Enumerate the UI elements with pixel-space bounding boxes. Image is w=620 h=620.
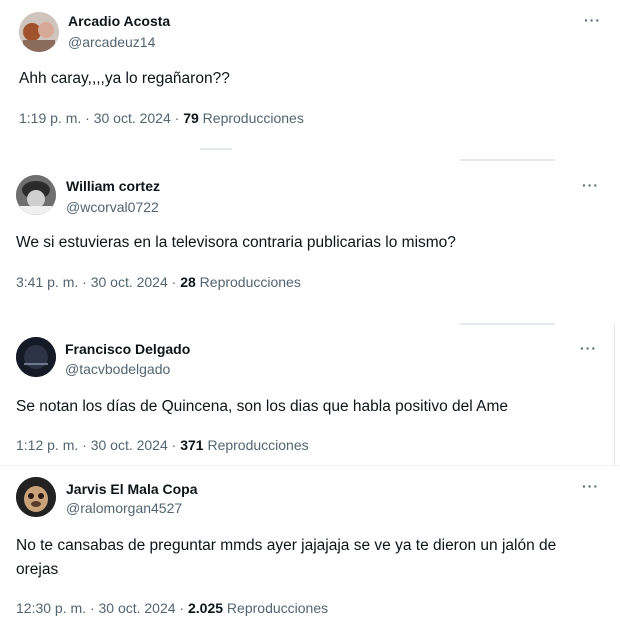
- tweet-timestamp[interactable]: 12:30 p. m. · 30 oct. 2024 ·: [16, 600, 188, 616]
- author-handle[interactable]: @ralomorgan4527: [66, 500, 182, 516]
- view-count: 371: [180, 437, 204, 453]
- avatar[interactable]: [16, 337, 56, 377]
- tweet-timestamp[interactable]: 3:41 p. m. · 30 oct. 2024 ·: [16, 274, 180, 290]
- avatar[interactable]: [16, 175, 56, 215]
- avatar-photo-icon: [16, 337, 56, 377]
- view-count: 79: [183, 110, 199, 126]
- tweet-timestamp[interactable]: 1:12 p. m. · 30 oct. 2024 ·: [16, 437, 180, 453]
- tweet-4[interactable]: Jarvis El Mala Copa @ralomorgan4527 ··· …: [0, 465, 620, 620]
- avatar[interactable]: [16, 477, 56, 517]
- tweet-meta: 12:30 p. m. · 30 oct. 2024 · 2.025 Repro…: [16, 600, 328, 616]
- tweet-timestamp[interactable]: 1:19 p. m. · 30 oct. 2024 ·: [19, 110, 183, 126]
- views-label: Reproducciones: [223, 600, 329, 616]
- author-name[interactable]: Francisco Delgado: [65, 341, 190, 357]
- tweet-2[interactable]: William cortez @wcorval0722 ··· We si es…: [0, 160, 620, 323]
- avatar-photo-icon: [16, 175, 56, 215]
- tweet-3[interactable]: Francisco Delgado @tacvbodelgado ··· Se …: [0, 323, 620, 465]
- tweet-meta: 3:41 p. m. · 30 oct. 2024 · 28 Reproducc…: [16, 274, 301, 290]
- author-handle[interactable]: @wcorval0722: [66, 199, 159, 215]
- more-options-icon[interactable]: ···: [582, 479, 599, 493]
- author-handle[interactable]: @tacvbodelgado: [65, 361, 170, 377]
- avatar-photo-icon: [16, 477, 56, 517]
- author-name[interactable]: Jarvis El Mala Copa: [66, 481, 198, 497]
- author-name[interactable]: William cortez: [66, 178, 160, 194]
- more-options-icon[interactable]: ···: [584, 13, 601, 27]
- tweet-text: We si estuvieras en la televisora contra…: [16, 234, 456, 251]
- more-options-icon[interactable]: ···: [580, 341, 597, 355]
- views-label: Reproducciones: [198, 110, 304, 126]
- tweet-meta: 1:12 p. m. · 30 oct. 2024 · 371 Reproduc…: [16, 437, 309, 453]
- divider: [614, 323, 615, 465]
- view-count: 28: [180, 274, 196, 290]
- tweet-text: Se notan los días de Quincena, son los d…: [16, 398, 509, 415]
- divider: [200, 148, 232, 150]
- views-label: Reproducciones: [195, 274, 301, 290]
- views-label: Reproducciones: [203, 437, 309, 453]
- avatar[interactable]: [19, 12, 59, 52]
- tweet-meta: 1:19 p. m. · 30 oct. 2024 · 79 Reproducc…: [19, 110, 304, 126]
- view-count: 2.025: [188, 600, 224, 616]
- author-name[interactable]: Arcadio Acosta: [68, 13, 170, 29]
- tweet-text: Ahh caray,,,,ya lo regañaron??: [19, 70, 230, 87]
- tweet-1[interactable]: Arcadio Acosta @arcadeuz14 ··· Ahh caray…: [0, 0, 620, 160]
- avatar-photo-icon: [19, 12, 59, 52]
- tweet-text: No te cansabas de preguntar mmds ayer ja…: [16, 537, 557, 578]
- more-options-icon[interactable]: ···: [582, 178, 599, 192]
- author-handle[interactable]: @arcadeuz14: [68, 34, 155, 50]
